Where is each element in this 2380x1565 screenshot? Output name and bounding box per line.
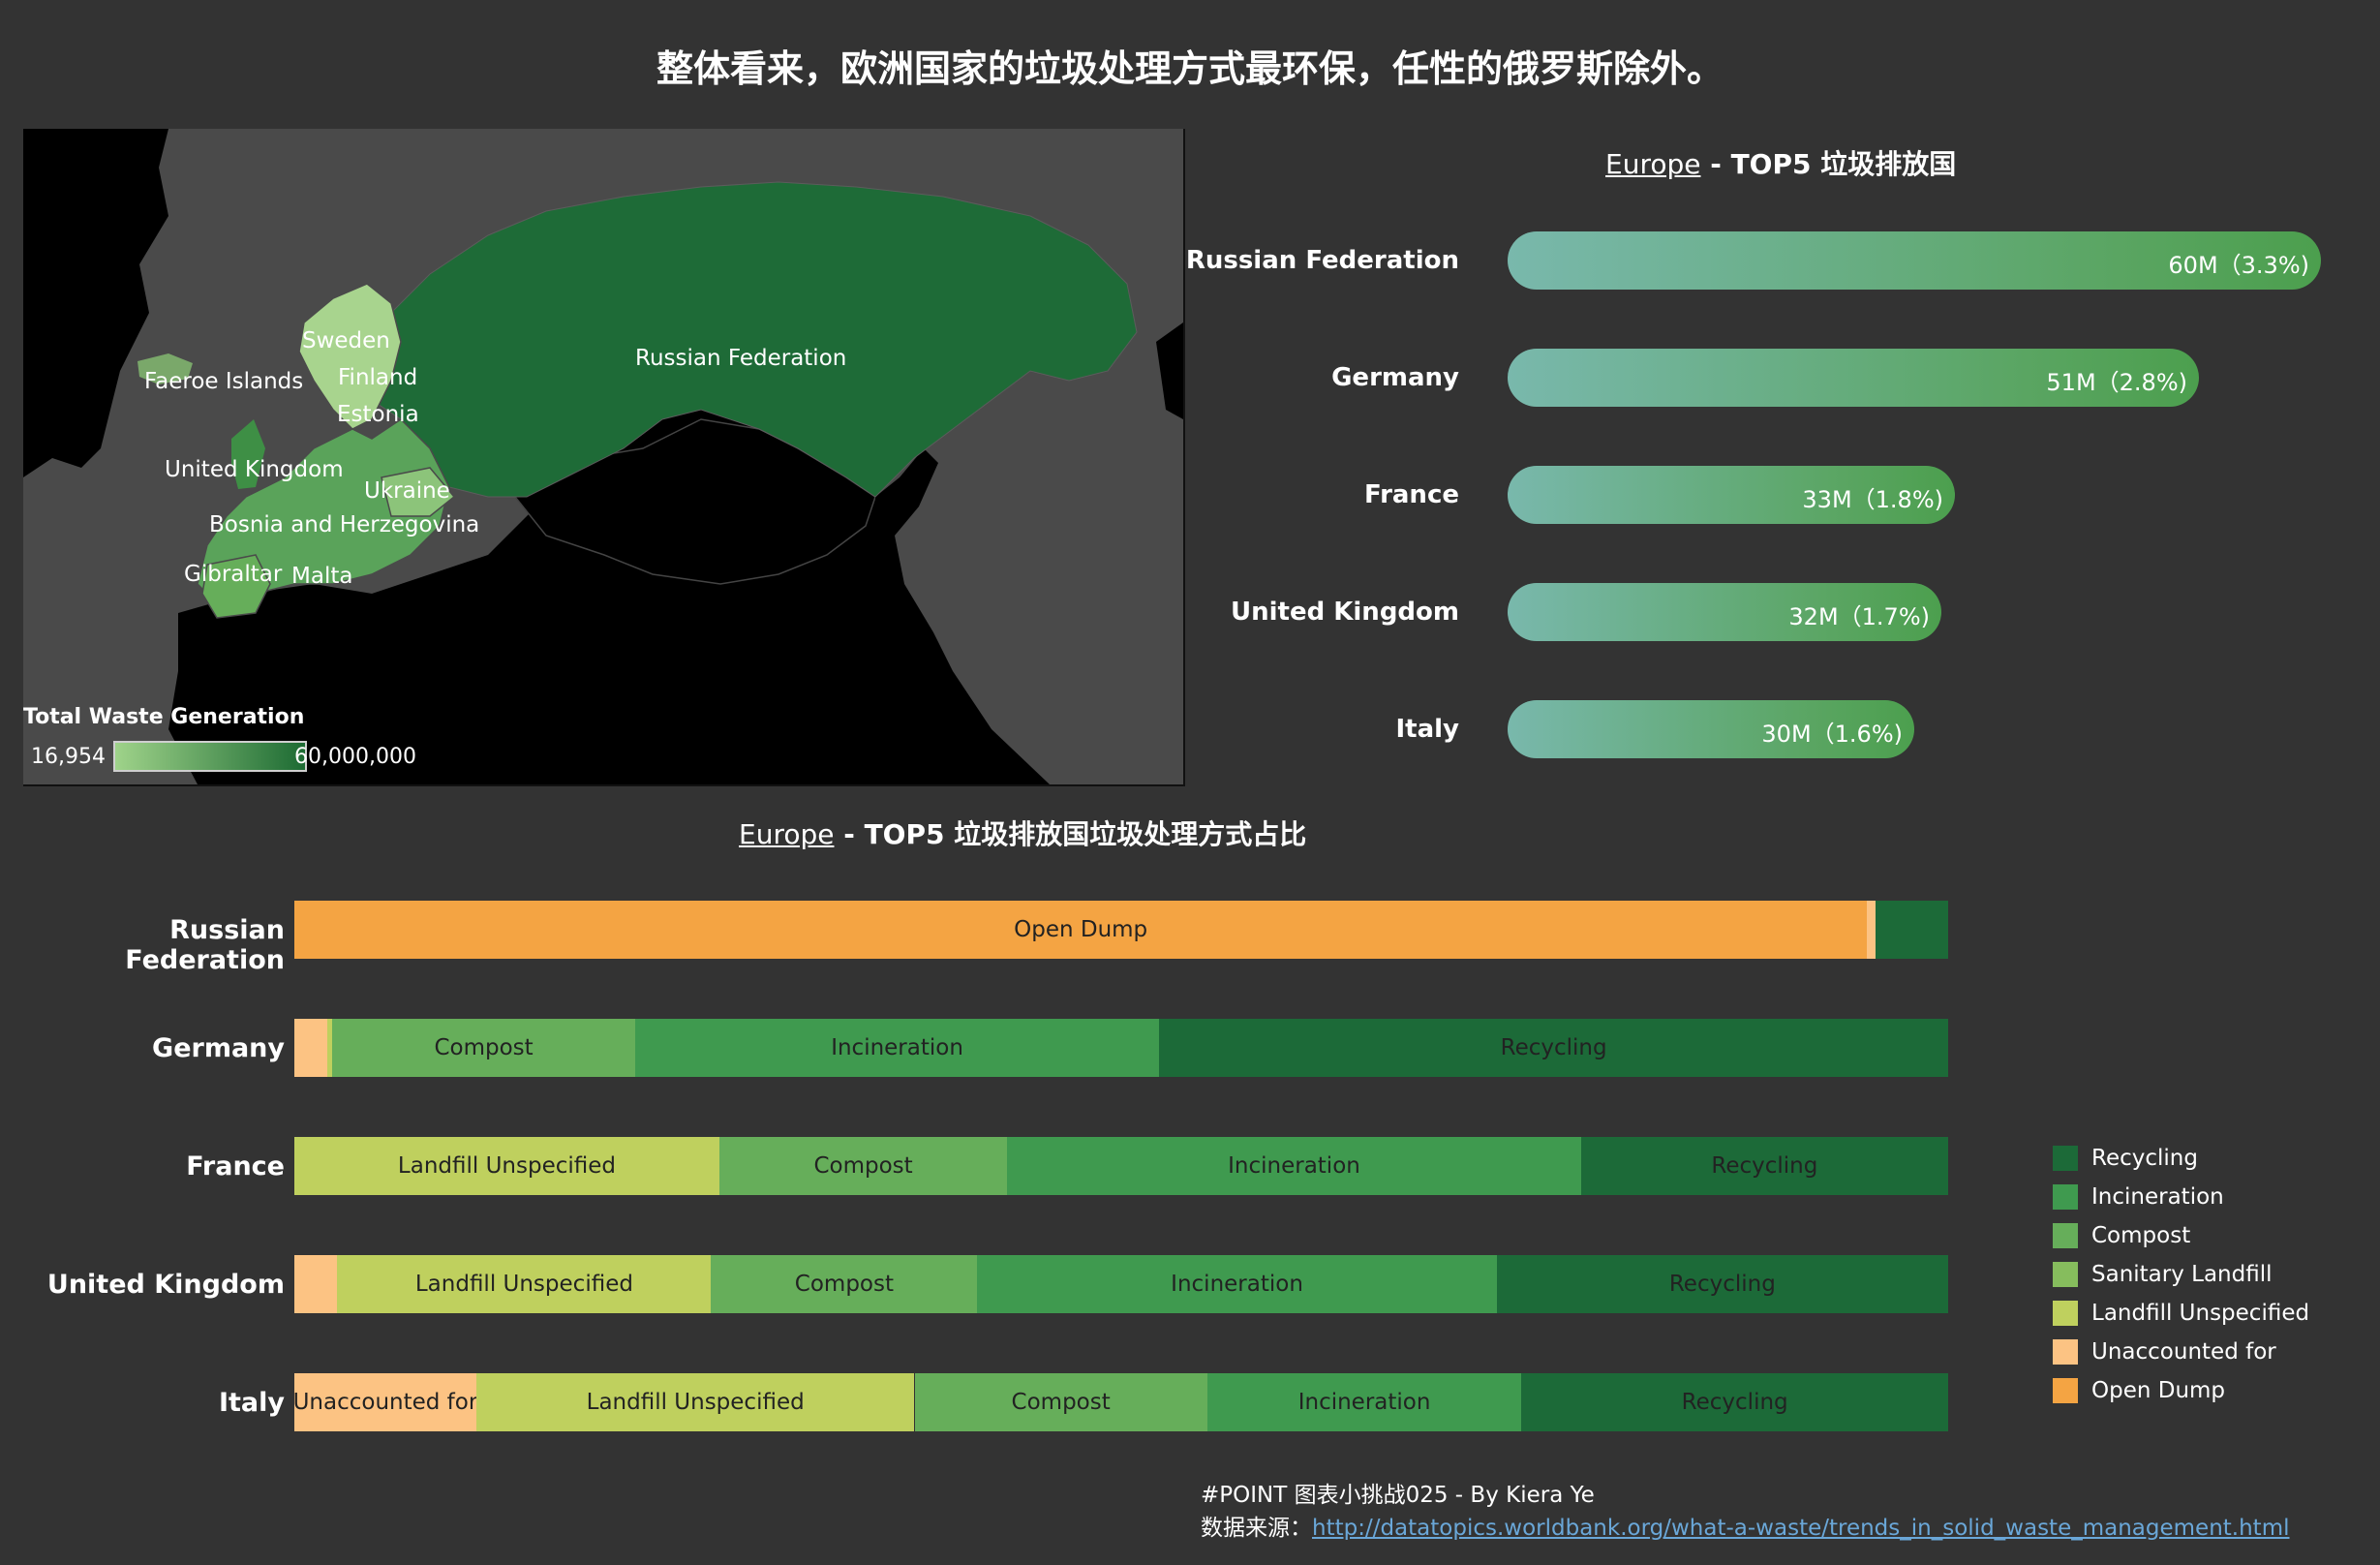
top5-value-label: 32M（1.7%) bbox=[1788, 603, 1930, 630]
map-label-6[interactable]: Ukraine bbox=[364, 478, 450, 504]
legend-label: Sanitary Landfill bbox=[2091, 1262, 2273, 1287]
top5-category-label: United Kingdom bbox=[1230, 598, 1459, 627]
legend-label: Open Dump bbox=[2091, 1378, 2226, 1403]
stack-segment[interactable] bbox=[1867, 901, 1876, 959]
map-label-2[interactable]: Faeroe Islands bbox=[144, 369, 303, 394]
stack-segment[interactable]: Incineration bbox=[1007, 1137, 1581, 1195]
legend-swatch bbox=[2053, 1146, 2078, 1171]
top5-value-label: 33M（1.8%) bbox=[1802, 486, 1943, 513]
legend-swatch bbox=[2053, 1184, 2078, 1210]
stack-segment[interactable]: Unaccounted for bbox=[294, 1373, 476, 1431]
map-label-1[interactable]: Sweden bbox=[302, 328, 390, 353]
legend-item[interactable]: Landfill Unspecified bbox=[2053, 1301, 2309, 1326]
map-label-8[interactable]: Gibraltar bbox=[184, 562, 282, 587]
top5-title-suffix: - TOP5 垃圾排放国 bbox=[1700, 148, 1957, 180]
top5-value-label: 51M（2.8%) bbox=[2046, 369, 2187, 396]
stack-category-label: United Kingdom bbox=[46, 1270, 285, 1300]
legend-item[interactable]: Sanitary Landfill bbox=[2053, 1262, 2273, 1287]
stack-segment[interactable] bbox=[294, 1019, 328, 1077]
stack-title: Europe - TOP5 垃圾排放国垃圾处理方式占比 bbox=[739, 813, 1306, 852]
top5-category-label: France bbox=[1363, 480, 1459, 509]
waste-map[interactable]: Russian Federation Sweden Faeroe Islands Fi… bbox=[23, 129, 1185, 786]
stack-segment[interactable]: Recycling bbox=[1521, 1373, 1948, 1431]
map-label-0[interactable]: Russian Federation bbox=[635, 346, 846, 371]
stack-segment[interactable]: Recycling bbox=[1496, 1255, 1948, 1313]
stack-segment[interactable]: Compost bbox=[718, 1137, 1008, 1195]
legend-label: Landfill Unspecified bbox=[2091, 1301, 2310, 1326]
top5-value-label: 30M（1.6%) bbox=[1761, 721, 1903, 748]
stack-segment[interactable]: Open Dump bbox=[294, 901, 1868, 959]
stack-title-link[interactable]: Europe bbox=[739, 818, 834, 850]
stack-segment[interactable] bbox=[294, 1255, 338, 1313]
stack-segment[interactable]: Landfill Unspecified bbox=[337, 1255, 712, 1313]
legend-swatch bbox=[2053, 1339, 2078, 1365]
top5-category-label: Italy bbox=[1395, 715, 1459, 744]
stack-segment[interactable]: Incineration bbox=[1206, 1373, 1522, 1431]
legend-swatch bbox=[2053, 1301, 2078, 1326]
map-label-9[interactable]: Malta bbox=[291, 564, 352, 589]
legend-item[interactable]: Open Dump bbox=[2053, 1378, 2225, 1403]
legend-swatch bbox=[2053, 1223, 2078, 1248]
stack-segment[interactable]: Landfill Unspecified bbox=[475, 1373, 915, 1431]
top5-title-link[interactable]: Europe bbox=[1605, 148, 1700, 180]
legend-title: Total Waste Generation bbox=[23, 705, 305, 729]
footer-credit: #POINT 图表小挑战025 - By Kiera Ye bbox=[1201, 1483, 1595, 1508]
legend-item[interactable]: Unaccounted for bbox=[2053, 1339, 2276, 1365]
stack-segment[interactable]: Incineration bbox=[634, 1019, 1160, 1077]
stack-segment[interactable]: Recycling bbox=[1580, 1137, 1948, 1195]
top5-category-label: Germany bbox=[1331, 363, 1459, 392]
source-link[interactable]: http://datatopics.worldbank.org/what-a-w… bbox=[1312, 1516, 2290, 1541]
stack-category-label: France bbox=[186, 1151, 285, 1181]
legend-label: Recycling bbox=[2091, 1146, 2198, 1171]
stack-segment[interactable]: Incineration bbox=[977, 1255, 1497, 1313]
source-label: 数据来源： bbox=[1201, 1516, 1312, 1541]
map-label-3[interactable]: Finland bbox=[338, 365, 417, 390]
stack-category-label: Germany bbox=[152, 1033, 285, 1063]
stack-category-label: Russian Federation bbox=[125, 915, 285, 975]
legend-swatch bbox=[2053, 1262, 2078, 1287]
legend-label: Incineration bbox=[2091, 1184, 2224, 1210]
legend-swatch bbox=[2053, 1378, 2078, 1403]
stack-segment[interactable]: Compost bbox=[711, 1255, 978, 1313]
stack-segment[interactable]: Recycling bbox=[1159, 1019, 1948, 1077]
page-title: 整体看来，欧洲国家的垃圾处理方式最环保，任性的俄罗斯除外。 bbox=[656, 47, 1724, 90]
footer-source: 数据来源：http://datatopics.worldbank.org/wha… bbox=[1201, 1509, 2290, 1542]
map-label-7[interactable]: Bosnia and Herzegovina bbox=[209, 512, 479, 537]
stack-segment[interactable]: Landfill Unspecified bbox=[294, 1137, 719, 1195]
top5-value-label: 60M（3.3%) bbox=[2168, 252, 2309, 279]
legend-label: Compost bbox=[2091, 1223, 2191, 1248]
legend-item[interactable]: Recycling bbox=[2053, 1146, 2198, 1171]
map-label-4[interactable]: Estonia bbox=[337, 402, 419, 427]
stack-segment[interactable] bbox=[1875, 901, 1948, 959]
legend-max: 60,000,000 bbox=[294, 745, 416, 769]
stack-segment[interactable]: Compost bbox=[332, 1019, 635, 1077]
top5-category-label: Russian Federation bbox=[1185, 246, 1459, 275]
stack-segment[interactable]: Compost bbox=[914, 1373, 1207, 1431]
legend-item[interactable]: Incineration bbox=[2053, 1184, 2224, 1210]
stack-category-label: Italy bbox=[218, 1388, 285, 1418]
legend-label: Unaccounted for bbox=[2091, 1339, 2276, 1365]
map-label-5[interactable]: United Kingdom bbox=[165, 457, 344, 482]
top5-title: Europe - TOP5 垃圾排放国 bbox=[1605, 143, 1956, 182]
legend-item[interactable]: Compost bbox=[2053, 1223, 2190, 1248]
legend-color-ramp bbox=[113, 741, 307, 772]
legend-min: 16,954 bbox=[31, 745, 106, 769]
stack-title-suffix: - TOP5 垃圾排放国垃圾处理方式占比 bbox=[834, 818, 1307, 850]
